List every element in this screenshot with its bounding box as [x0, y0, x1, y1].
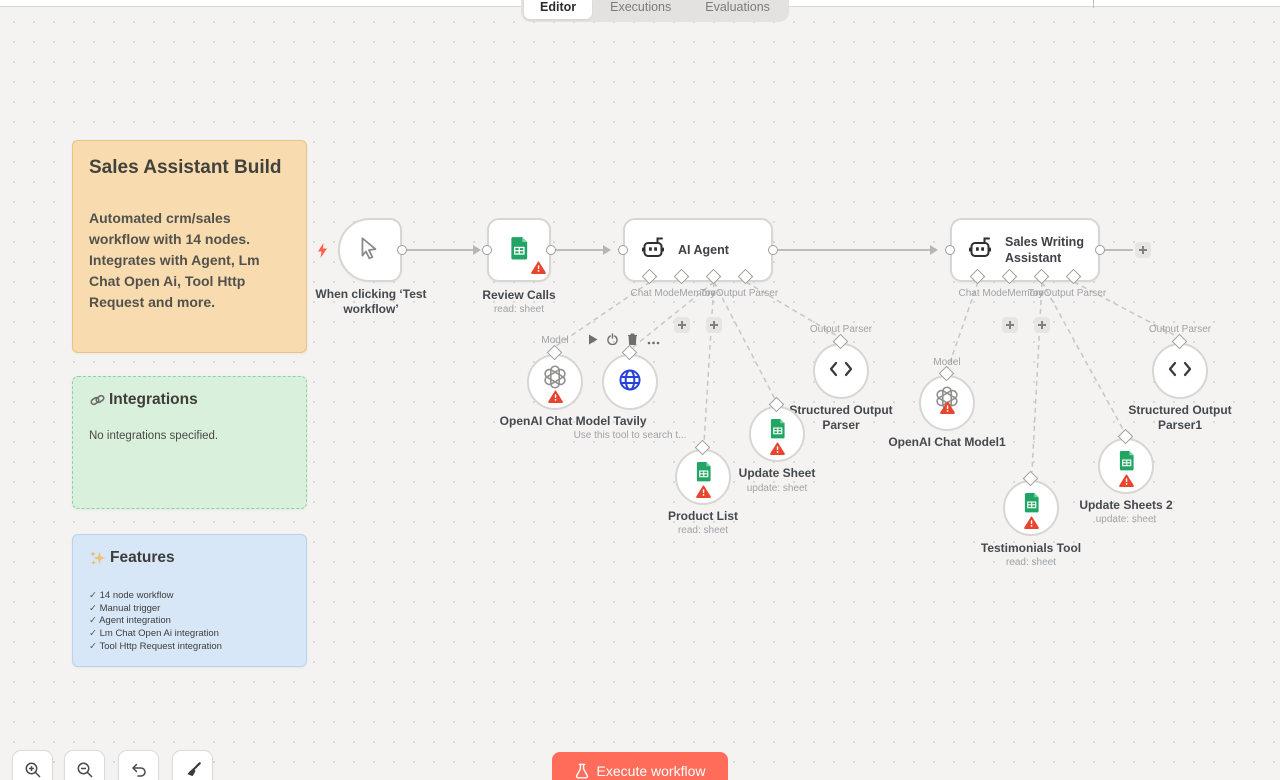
- output-port[interactable]: [1095, 245, 1105, 255]
- undo-button[interactable]: [118, 750, 159, 780]
- feature-item: 14 node workflow: [89, 590, 290, 603]
- node-label: Review Calls: [482, 288, 555, 302]
- output-port[interactable]: [397, 245, 407, 255]
- add-memory-button[interactable]: [1002, 317, 1018, 333]
- node-label: Product List: [668, 509, 738, 523]
- node-sublabel: read: sheet: [1006, 557, 1056, 568]
- node-label: OpenAI Chat Model1: [888, 435, 1005, 449]
- sticky-note-title: Integrations: [109, 391, 198, 409]
- node-label: Tavily: [613, 414, 646, 428]
- google-sheets-icon: [1023, 492, 1040, 518]
- warning-icon: [531, 261, 546, 279]
- warning-icon: [1119, 474, 1134, 492]
- broom-icon: [184, 761, 202, 779]
- node-label: AI Agent: [678, 242, 729, 258]
- output-port[interactable]: [546, 245, 556, 255]
- node-sublabel: read: sheet: [678, 525, 728, 536]
- sticky-note-integrations[interactable]: Integrations No integrations specified.: [72, 376, 307, 509]
- feature-item: Lm Chat Open Ai integration: [89, 628, 290, 641]
- node-toolbar: [588, 332, 660, 350]
- header-divider: [1093, 0, 1094, 8]
- tab-editor[interactable]: Editor: [524, 0, 592, 19]
- node-label: Update Sheet: [739, 466, 816, 480]
- node-label: OpenAI Chat Model: [500, 414, 611, 428]
- sticky-note-features[interactable]: Features 14 node workflow Manual trigger…: [72, 534, 307, 667]
- zoom-in-button[interactable]: [12, 750, 53, 780]
- sticky-note-body: No integrations specified.: [89, 430, 290, 442]
- zoom-out-icon: [76, 761, 94, 779]
- google-sheets-icon: [509, 236, 529, 265]
- sticky-note-title: Sales Assistant Build: [89, 155, 290, 181]
- connector-labels: TooOutput Parser: [700, 288, 778, 299]
- execute-workflow-label: Execute workflow: [597, 763, 706, 779]
- tidy-up-button[interactable]: [172, 750, 213, 780]
- view-tabs: Editor Executions Evaluations: [521, 0, 789, 22]
- google-sheets-icon: [769, 418, 786, 444]
- input-port[interactable]: [945, 245, 955, 255]
- connector-labels: TooOutput Parser: [1028, 288, 1106, 299]
- output-port[interactable]: [768, 245, 778, 255]
- zoom-out-button[interactable]: [64, 750, 105, 780]
- trash-icon[interactable]: [627, 332, 638, 350]
- warning-icon: [770, 442, 785, 460]
- link-icon: [89, 392, 106, 409]
- sticky-note-body: Automated crm/sales workflow with 14 nod…: [89, 208, 290, 313]
- execute-workflow-button[interactable]: Execute workflow: [552, 752, 728, 780]
- warning-icon: [696, 485, 711, 503]
- node-manual-trigger[interactable]: [338, 218, 402, 282]
- warning-icon: [1024, 516, 1039, 534]
- feature-list: 14 node workflow Manual trigger Agent in…: [89, 590, 290, 653]
- feature-item: Agent integration: [89, 615, 290, 628]
- flask-icon: [575, 763, 589, 779]
- node-tavily[interactable]: [602, 354, 658, 410]
- sticky-note-overview[interactable]: Sales Assistant Build Automated crm/sale…: [72, 140, 307, 353]
- node-structured-output-parser1[interactable]: [1152, 343, 1208, 399]
- sticky-note-title: Features: [110, 549, 175, 567]
- node-sublabel: update: sheet: [1096, 514, 1157, 525]
- node-label: When clicking ‘Test workflow’: [301, 287, 441, 317]
- add-tool-button[interactable]: [1034, 317, 1050, 333]
- node-sublabel: Use this tool to search t...: [574, 430, 687, 441]
- tab-evaluations[interactable]: Evaluations: [689, 0, 786, 19]
- power-icon[interactable]: [607, 332, 618, 350]
- play-icon[interactable]: [588, 332, 598, 350]
- robot-icon: [967, 236, 994, 264]
- node-sublabel: read: sheet: [494, 304, 544, 315]
- globe-icon: [617, 367, 643, 398]
- sparkles-icon: [89, 550, 106, 567]
- zoom-in-icon: [24, 761, 42, 779]
- code-brackets-icon: [829, 361, 853, 382]
- input-port[interactable]: [618, 245, 628, 255]
- code-brackets-icon: [1168, 361, 1192, 382]
- node-structured-output-parser[interactable]: [813, 343, 869, 399]
- node-label: Sales Writing Assistant: [1005, 234, 1091, 267]
- add-memory-button[interactable]: [674, 317, 690, 333]
- warning-icon: [548, 390, 563, 408]
- add-tool-button[interactable]: [706, 317, 722, 333]
- google-sheets-icon: [1118, 450, 1135, 476]
- undo-icon: [130, 761, 148, 779]
- tab-executions[interactable]: Executions: [594, 0, 687, 19]
- feature-item: Manual trigger: [89, 603, 290, 616]
- more-options-icon[interactable]: [647, 332, 660, 350]
- feature-item: Tool Http Request integration: [89, 641, 290, 654]
- node-label: Update Sheets 2: [1079, 498, 1172, 512]
- node-label: Testimonials Tool: [981, 541, 1081, 555]
- node-label: Structured Output Parser1: [1118, 403, 1242, 433]
- trigger-lightning-icon: [316, 242, 329, 264]
- input-port[interactable]: [482, 245, 492, 255]
- robot-icon: [640, 236, 667, 264]
- node-sublabel: update: sheet: [747, 483, 808, 494]
- add-node-button[interactable]: [1135, 242, 1151, 258]
- cursor-icon: [357, 235, 383, 266]
- google-sheets-icon: [695, 461, 712, 487]
- warning-icon: [940, 401, 955, 419]
